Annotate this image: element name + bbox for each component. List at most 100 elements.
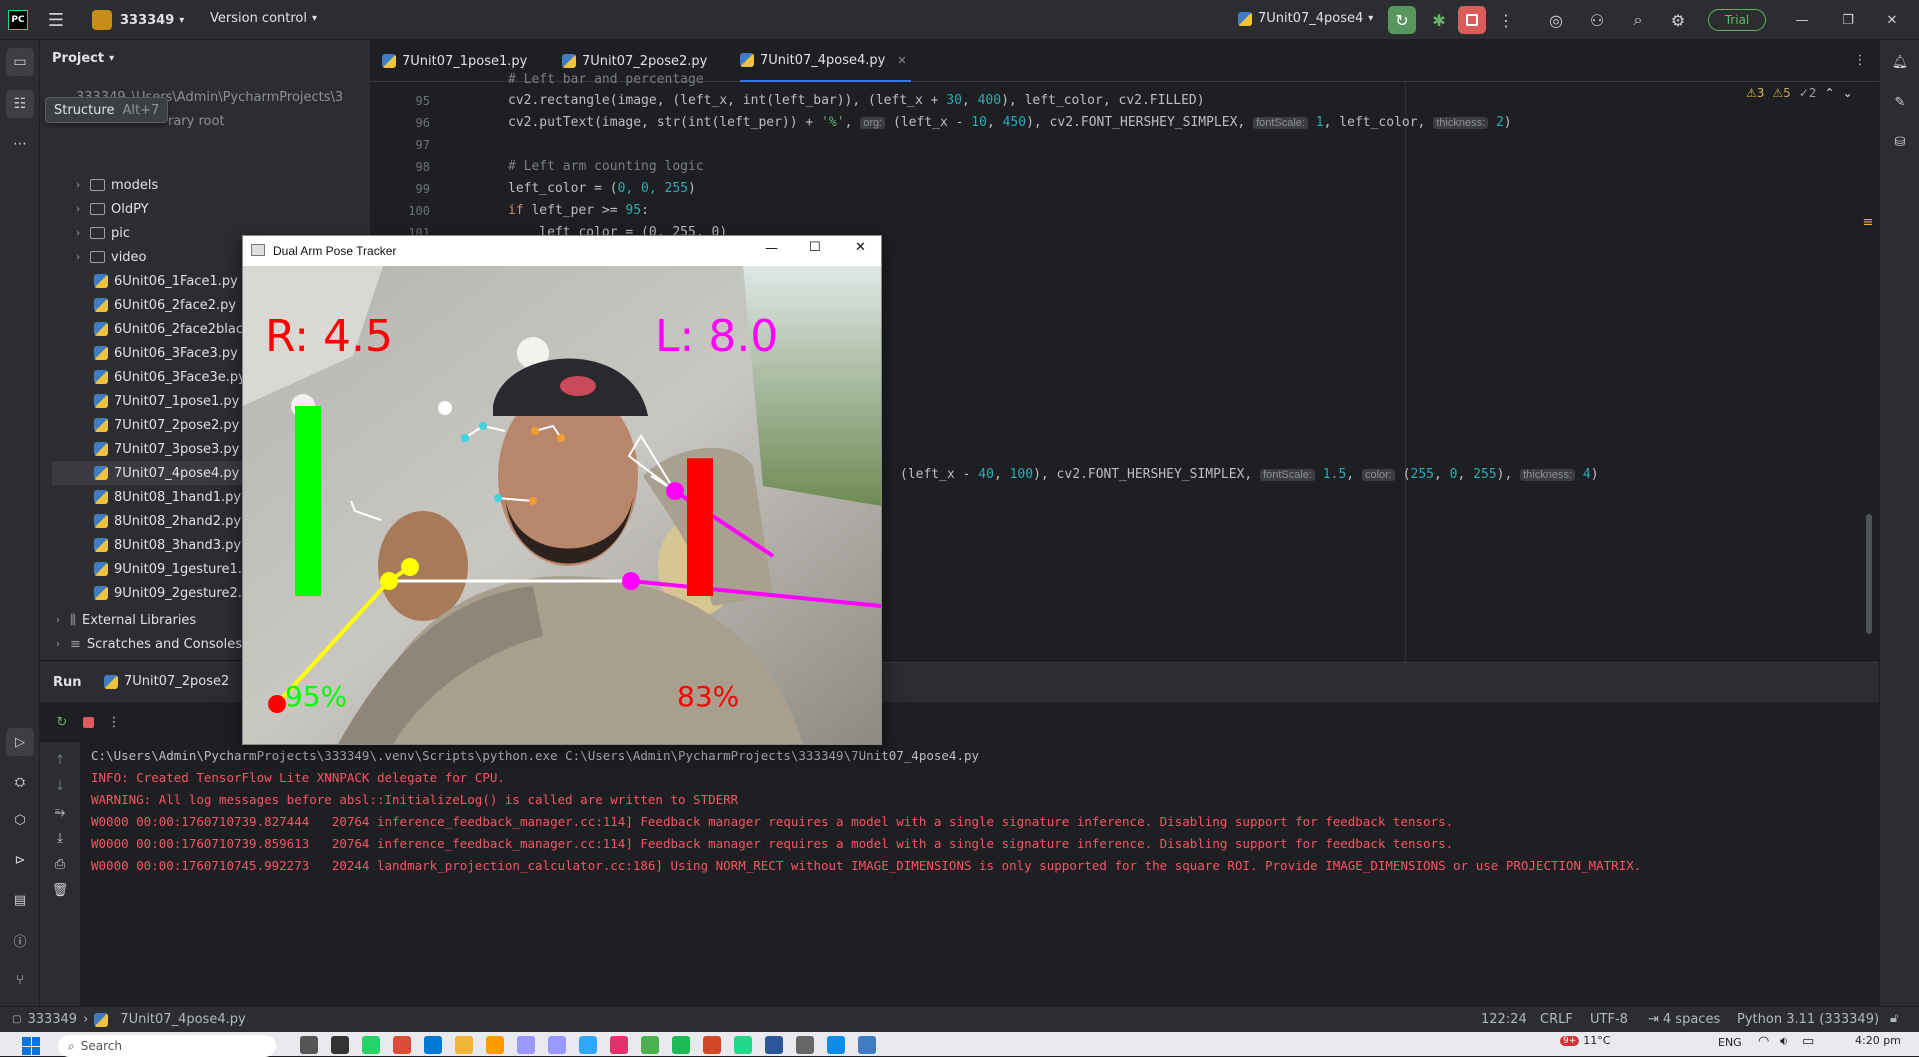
python-file-icon [94, 442, 108, 456]
python-packages-icon[interactable]: ⛭ [6, 768, 34, 796]
more-actions-icon[interactable]: ⋮ [1494, 8, 1518, 32]
taskbar-search[interactable]: ⌕ Search [58, 1035, 276, 1057]
maximize-icon[interactable]: ☐ [809, 240, 821, 255]
inspection-widget[interactable]: ⚠3 ⚠5 ✓2 ⌃ ⌄ [1746, 86, 1853, 100]
notifications-bell-icon[interactable]: 🔔︎ [1886, 48, 1914, 76]
ai-chat-icon[interactable]: ✎ [1886, 88, 1914, 116]
project-panel-header[interactable]: Project ▾ [52, 51, 114, 66]
services-icon[interactable]: ⊳ [6, 846, 34, 874]
scroll-to-end-icon[interactable]: ⤓ [50, 828, 70, 848]
battery-icon[interactable]: ▭ [1802, 1034, 1814, 1049]
close-icon[interactable]: ✕ [855, 240, 866, 255]
run-console[interactable]: C:\Users\Admin\PycharmProjects\333349\.v… [80, 742, 1879, 1006]
tab-options-icon[interactable]: ⋮ [1850, 50, 1870, 70]
trial-badge[interactable]: Trial [1708, 9, 1766, 31]
wifi-icon[interactable]: ◠ [1758, 1034, 1769, 1049]
premiere-icon[interactable] [548, 1036, 566, 1054]
settings-gear-icon[interactable]: ⚙ [1666, 8, 1690, 32]
illustrator-icon[interactable] [486, 1036, 504, 1054]
close-icon[interactable]: ✕ [1880, 8, 1904, 32]
scrollbar-thumb[interactable] [1866, 514, 1872, 634]
python-file-icon [94, 466, 108, 480]
scroll-down-icon[interactable]: ↓ [50, 776, 70, 796]
line-separator[interactable]: CRLF [1540, 1012, 1573, 1027]
task-view-icon[interactable] [331, 1036, 349, 1054]
project-folder-icon[interactable]: ▭ [6, 48, 34, 76]
stop-button[interactable] [1458, 6, 1486, 34]
edge-icon[interactable] [827, 1036, 845, 1054]
chrome-icon[interactable] [393, 1036, 411, 1054]
windows-start-icon[interactable] [22, 1037, 40, 1055]
after-effects-icon[interactable] [517, 1036, 535, 1054]
weather-widget[interactable]: 9+ 11°C [1560, 1034, 1610, 1047]
search-icon[interactable]: ⌕ [1626, 8, 1650, 32]
soft-wrap-icon[interactable]: ⥱ [50, 802, 70, 822]
tab-7unit07-1pose1[interactable]: 7Unit07_1pose1.py [382, 40, 527, 82]
run-panel-title[interactable]: Run [53, 675, 82, 690]
spotify-icon[interactable] [672, 1036, 690, 1054]
pose-tracker-window[interactable]: Dual Arm Pose Tracker — ☐ ✕ R: 4.5 L: 8.… [242, 235, 882, 745]
more-options-icon[interactable]: ⋮ [104, 712, 124, 732]
close-tab-icon[interactable]: ✕ [897, 54, 906, 67]
clear-trash-icon[interactable]: 🗑︎ [50, 880, 70, 900]
pycharm-logo-icon[interactable]: PC [8, 10, 28, 30]
debug-icon[interactable]: ✱ [1425, 6, 1453, 34]
settings-icon[interactable] [796, 1036, 814, 1054]
project-switcher[interactable]: 333349 ▾ [92, 8, 184, 32]
more-tools-icon[interactable]: ⋯ [6, 130, 34, 158]
git-icon[interactable]: ⑂ [6, 966, 34, 994]
file-explorer-icon[interactable] [300, 1036, 318, 1054]
trial-label: Trial [1724, 13, 1750, 27]
folder-icon[interactable] [455, 1036, 473, 1054]
camera-feed: R: 4.5 L: 8.0 95% 83% [243, 266, 881, 744]
folder-row[interactable]: › OldPY [40, 197, 370, 221]
folder-row[interactable]: › models [40, 173, 370, 197]
reader-mode-icon[interactable]: ≡ [1858, 212, 1878, 232]
problems-icon[interactable]: ⓘ [6, 926, 34, 954]
instagram-icon[interactable] [610, 1036, 628, 1054]
rerun-icon[interactable]: ↻ [52, 712, 72, 732]
file-encoding[interactable]: UTF-8 [1590, 1012, 1628, 1027]
terminal-icon[interactable]: ▤ [6, 886, 34, 914]
language-indicator[interactable]: ENG [1718, 1036, 1742, 1049]
whatsapp-icon[interactable] [362, 1036, 380, 1054]
chevron-right-icon: › [76, 227, 80, 239]
word-icon[interactable] [765, 1036, 783, 1054]
minimize-icon[interactable]: — [1790, 8, 1814, 32]
breadcrumb[interactable]: ▢ 333349 › 7Unit07_4pose4.py [12, 1012, 246, 1027]
python-file-icon [94, 274, 108, 288]
rerun-button[interactable]: ↻ [1388, 6, 1416, 34]
volume-icon[interactable]: 🔉︎ [1780, 1034, 1788, 1049]
tab-7unit07-4pose4[interactable]: 7Unit07_4pose4.py ✕ [740, 40, 911, 82]
notepad-icon[interactable] [641, 1036, 659, 1054]
print-icon[interactable]: ⎙ [50, 854, 70, 874]
window-title-bar[interactable]: Dual Arm Pose Tracker — ☐ ✕ [243, 236, 881, 266]
typo-count: ✓2 [1798, 86, 1817, 100]
lock-icon[interactable]: 🔓︎ [1890, 1011, 1898, 1026]
outlook-icon[interactable] [424, 1036, 442, 1054]
run-config-tab[interactable]: 7Unit07_2pose2 [104, 674, 229, 689]
photoshop-icon[interactable] [579, 1036, 597, 1054]
ai-assistant-icon[interactable]: ◎ [1544, 8, 1568, 32]
main-menu-icon[interactable]: ☰ [46, 10, 66, 31]
python-console-icon[interactable]: ⬡ [6, 806, 34, 834]
caret-position[interactable]: 122:24 [1481, 1012, 1527, 1027]
powerpoint-icon[interactable] [703, 1036, 721, 1054]
run-tool-icon[interactable]: ▷ [6, 728, 34, 756]
indent-setting[interactable]: ⇥ 4 spaces [1648, 1012, 1720, 1027]
database-icon[interactable]: ⛁ [1886, 128, 1914, 156]
version-control-menu[interactable]: Version control ▾ [210, 11, 317, 26]
code-with-me-icon[interactable]: ⚇ [1585, 8, 1609, 32]
chevron-down-icon[interactable]: ⌄ [1843, 86, 1853, 100]
chevron-up-icon[interactable]: ⌃ [1825, 86, 1835, 100]
minimize-icon[interactable]: — [765, 241, 778, 256]
scroll-up-icon[interactable]: ↑ [50, 750, 70, 770]
structure-icon[interactable]: ☷ [6, 90, 34, 118]
python-icon[interactable] [858, 1036, 876, 1054]
restore-icon[interactable]: ❐ [1836, 8, 1860, 32]
python-interpreter[interactable]: Python 3.11 (333349) [1737, 1012, 1879, 1027]
pycharm-icon[interactable] [734, 1036, 752, 1054]
stop-icon[interactable] [78, 712, 98, 732]
clock[interactable]: 4:20 pm [1855, 1034, 1901, 1047]
run-config-selector[interactable]: 7Unit07_4pose4 ▾ [1238, 11, 1373, 26]
